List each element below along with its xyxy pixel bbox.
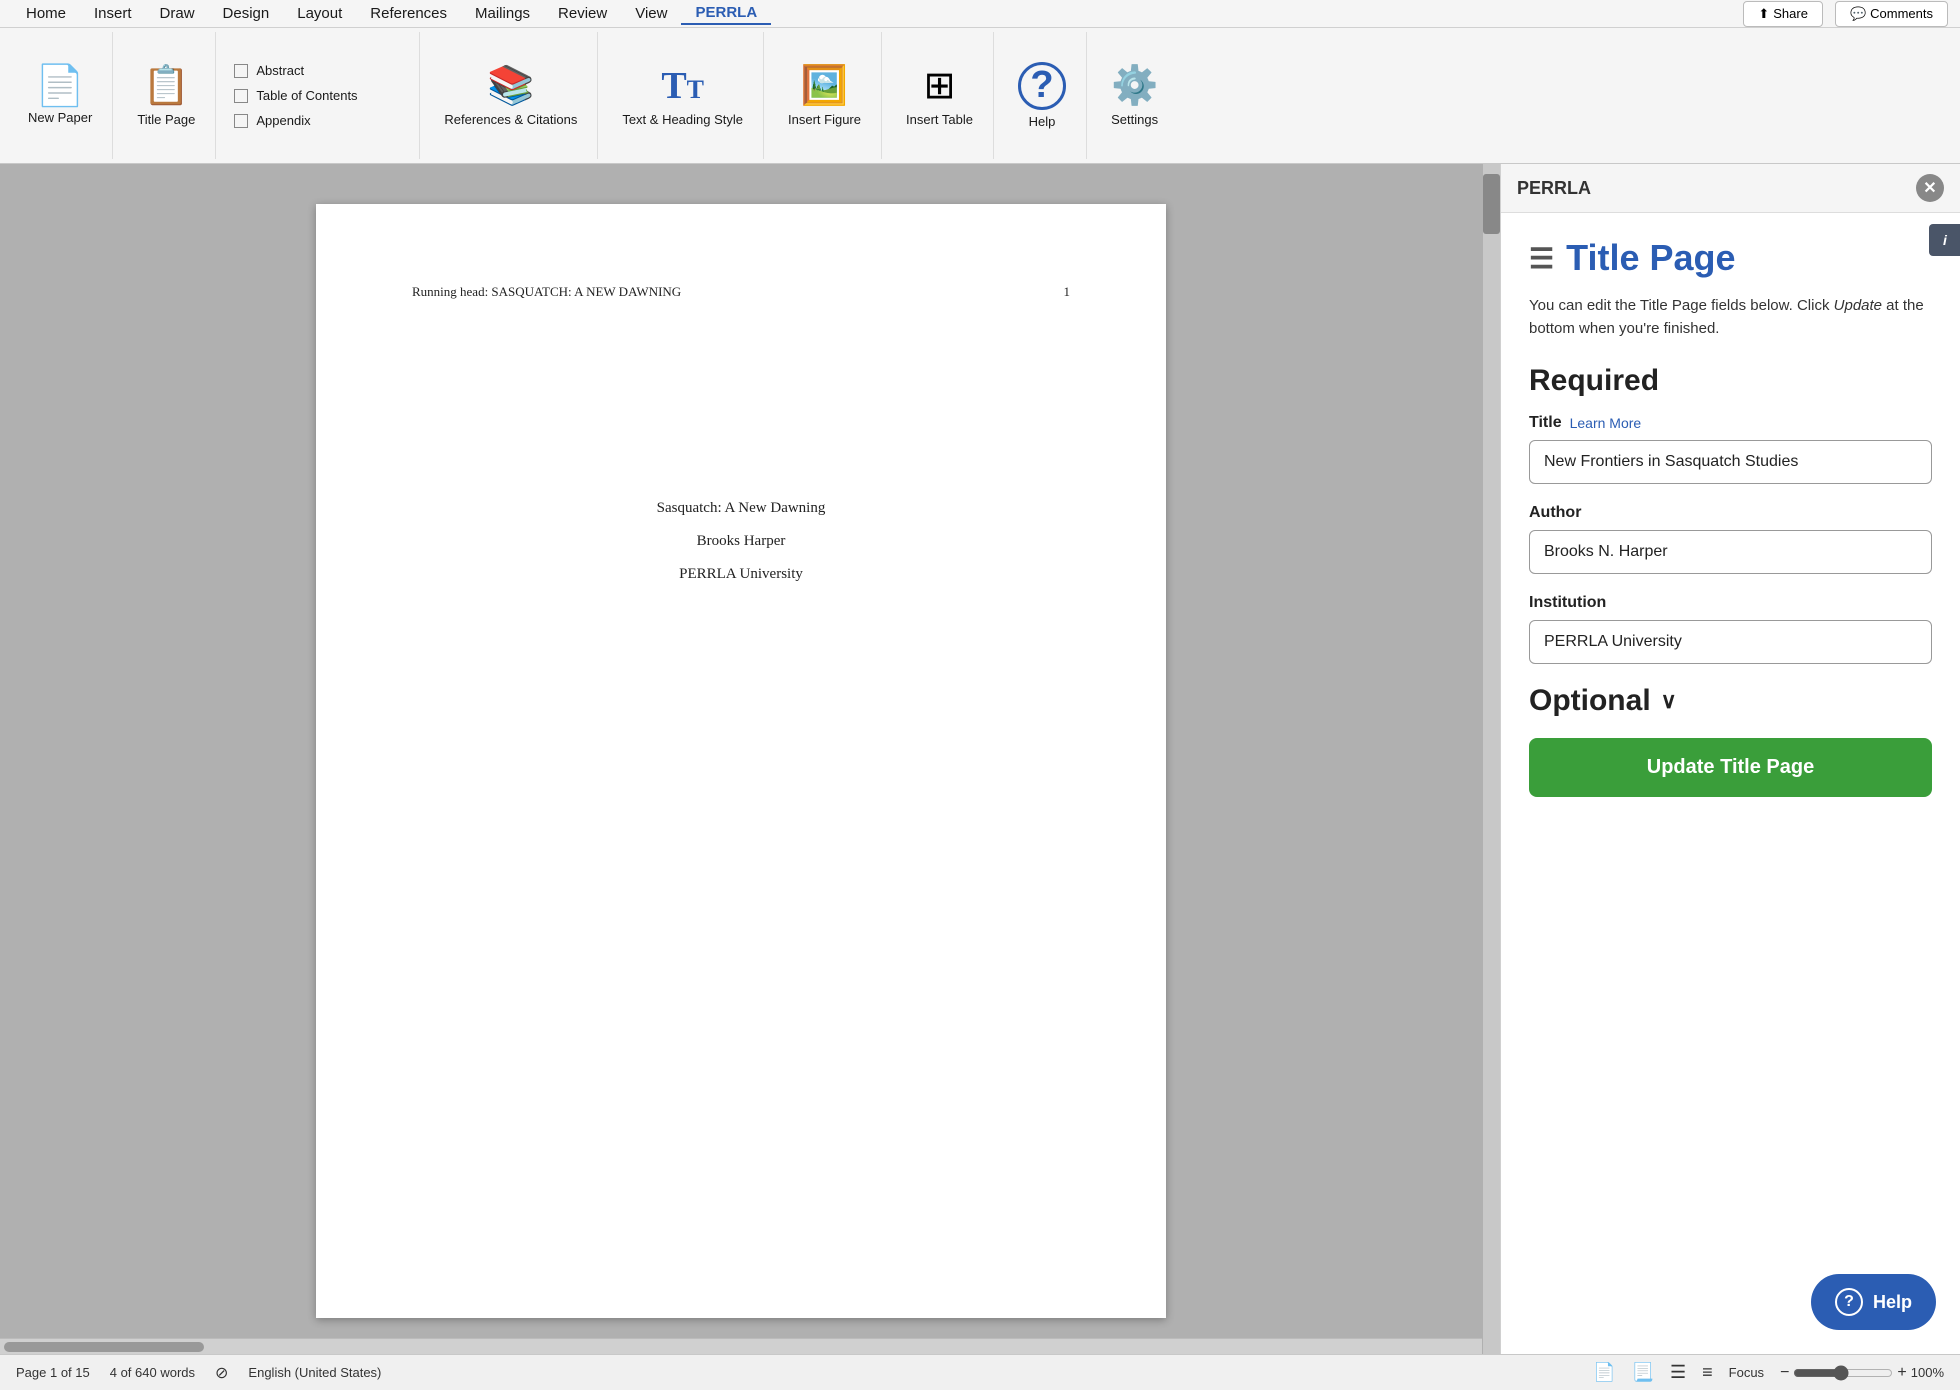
- title-field-label: Title Learn More: [1529, 414, 1932, 432]
- institution-field-label: Institution: [1529, 594, 1932, 612]
- outline-icon[interactable]: ☰: [1670, 1362, 1686, 1383]
- new-paper-icon: 📄: [35, 66, 85, 106]
- appendix-button[interactable]: Appendix: [228, 110, 411, 131]
- zoom-percent: 100%: [1911, 1365, 1944, 1380]
- insert-table-icon: ⊞: [924, 63, 956, 108]
- status-bar: Page 1 of 15 4 of 640 words ⊘ English (U…: [0, 1354, 1960, 1390]
- main-area: Running head: SASQUATCH: A NEW DAWNING 1…: [0, 164, 1960, 1354]
- vertical-scrollbar[interactable]: [1482, 164, 1500, 1354]
- doc-title: Sasquatch: A New Dawning: [657, 500, 826, 517]
- menu-perrla[interactable]: PERRLA: [681, 2, 771, 25]
- references-icon: 📚: [487, 64, 534, 108]
- menu-bar: Home Insert Draw Design Layout Reference…: [0, 0, 1960, 28]
- zoom-control: − + 100%: [1780, 1364, 1944, 1382]
- share-icon: ⬆: [1758, 6, 1769, 22]
- author-field-label: Author: [1529, 504, 1932, 522]
- doc-author: Brooks Harper: [697, 533, 786, 550]
- required-heading: Required: [1529, 364, 1932, 398]
- panel-header-label: PERRLA: [1517, 178, 1591, 199]
- comments-icon: 💬: [1850, 6, 1866, 22]
- title-page-button[interactable]: 📋 Title Page: [129, 58, 203, 134]
- help-panel-button[interactable]: ? Help: [1811, 1274, 1936, 1330]
- layout-icon-1[interactable]: 📄: [1593, 1362, 1615, 1383]
- panel-info-button[interactable]: i: [1929, 224, 1960, 256]
- doc-institution: PERRLA University: [679, 566, 803, 583]
- page-header: Running head: SASQUATCH: A NEW DAWNING 1: [412, 284, 1070, 300]
- text-heading-icon: TT: [661, 64, 704, 108]
- horizontal-scrollbar[interactable]: [0, 1338, 1482, 1354]
- insert-table-button[interactable]: ⊞ Insert Table: [898, 57, 981, 134]
- learn-more-link[interactable]: Learn More: [1570, 415, 1642, 431]
- optional-heading[interactable]: Optional ∨: [1529, 684, 1932, 718]
- focus-label[interactable]: Focus: [1729, 1365, 1764, 1380]
- menu-mailings[interactable]: Mailings: [461, 3, 544, 24]
- menu-insert[interactable]: Insert: [80, 3, 146, 24]
- zoom-slider[interactable]: [1793, 1365, 1893, 1381]
- menu-design[interactable]: Design: [209, 3, 284, 24]
- zoom-minus-button[interactable]: −: [1780, 1364, 1789, 1382]
- page-body: Sasquatch: A New Dawning Brooks Harper P…: [412, 500, 1070, 583]
- hamburger-icon: ☰: [1529, 242, 1554, 275]
- menu-references[interactable]: References: [356, 3, 461, 24]
- scrollbar-bottom: [1483, 234, 1500, 1354]
- menu-layout[interactable]: Layout: [283, 3, 356, 24]
- page-info: Page 1 of 15: [16, 1365, 90, 1380]
- perrla-panel: PERRLA ✕ i ☰ Title Page You can edit the…: [1500, 164, 1960, 1354]
- scrollbar-thumb[interactable]: [1483, 174, 1500, 234]
- document-page: Running head: SASQUATCH: A NEW DAWNING 1…: [316, 204, 1166, 1318]
- settings-button[interactable]: ⚙️ Settings: [1103, 58, 1166, 134]
- optional-chevron-icon: ∨: [1661, 688, 1677, 714]
- document-canvas[interactable]: Running head: SASQUATCH: A NEW DAWNING 1…: [0, 164, 1482, 1338]
- settings-icon: ⚙️: [1111, 64, 1158, 108]
- references-citations-button[interactable]: 📚 References & Citations: [436, 58, 585, 134]
- layout-icon-2[interactable]: 📃: [1632, 1362, 1654, 1383]
- panel-title: ☰ Title Page: [1529, 237, 1932, 279]
- track-changes-icon: ⊘: [215, 1363, 228, 1383]
- panel-description: You can edit the Title Page fields below…: [1529, 295, 1932, 340]
- title-input[interactable]: [1529, 440, 1932, 484]
- text-heading-style-button[interactable]: TT Text & Heading Style: [614, 58, 751, 134]
- word-count: 4 of 640 words: [110, 1365, 195, 1380]
- language: English (United States): [248, 1365, 381, 1380]
- panel-header: PERRLA ✕: [1501, 164, 1960, 213]
- menu-view[interactable]: View: [621, 3, 681, 24]
- table-of-contents-button[interactable]: Table of Contents: [228, 85, 411, 106]
- new-paper-button[interactable]: 📄 New Paper: [20, 60, 100, 132]
- panel-content: ☰ Title Page You can edit the Title Page…: [1501, 213, 1960, 1354]
- menu-home[interactable]: Home: [12, 3, 80, 24]
- status-bar-right: 📄 📃 ☰ ≡ Focus − + 100%: [1593, 1362, 1944, 1383]
- institution-input[interactable]: [1529, 620, 1932, 664]
- align-icon[interactable]: ≡: [1702, 1362, 1713, 1383]
- insert-figure-icon: 🖼️: [801, 64, 848, 108]
- zoom-plus-button[interactable]: +: [1897, 1364, 1906, 1382]
- help-panel-icon: ?: [1835, 1288, 1863, 1316]
- h-scroll-thumb[interactable]: [4, 1342, 204, 1352]
- appendix-checkbox-icon: [234, 114, 248, 128]
- document-area: Running head: SASQUATCH: A NEW DAWNING 1…: [0, 164, 1482, 1354]
- toc-checkbox-icon: [234, 89, 248, 103]
- comments-button[interactable]: 💬 Comments: [1835, 1, 1948, 27]
- abstract-button[interactable]: Abstract: [228, 60, 411, 81]
- page-number: 1: [1064, 284, 1071, 300]
- help-button-ribbon[interactable]: ? Help: [1010, 56, 1074, 136]
- title-page-icon: 📋: [143, 64, 190, 108]
- share-button[interactable]: ⬆ Share: [1743, 1, 1823, 27]
- menu-draw[interactable]: Draw: [146, 3, 209, 24]
- update-title-page-button[interactable]: Update Title Page: [1529, 738, 1932, 797]
- panel-close-button[interactable]: ✕: [1916, 174, 1944, 202]
- author-input[interactable]: [1529, 530, 1932, 574]
- help-icon: ?: [1018, 62, 1066, 110]
- insert-figure-button[interactable]: 🖼️ Insert Figure: [780, 58, 869, 134]
- running-head: Running head: SASQUATCH: A NEW DAWNING: [412, 284, 681, 300]
- ribbon: 📄 New Paper 📋 Title Page Abstract Table …: [0, 28, 1960, 164]
- abstract-checkbox-icon: [234, 64, 248, 78]
- menu-review[interactable]: Review: [544, 3, 621, 24]
